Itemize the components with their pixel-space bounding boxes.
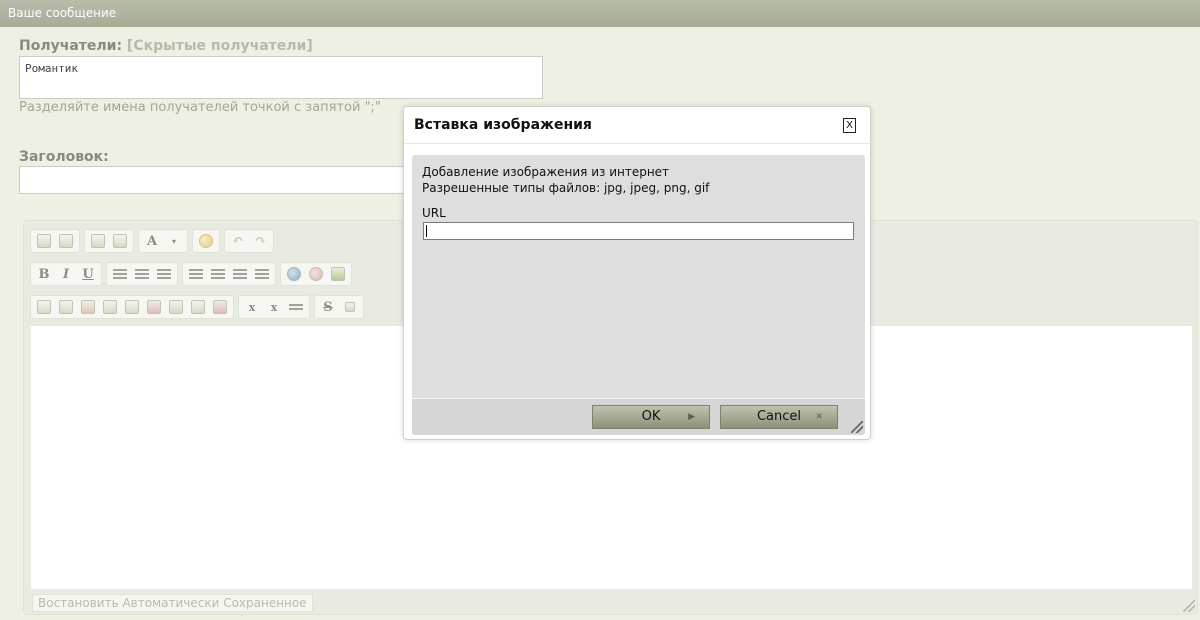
url-label: URL [422, 206, 446, 220]
special-char-icon[interactable] [340, 297, 360, 317]
ordered-list-icon[interactable] [186, 264, 206, 284]
smiley-icon[interactable] [196, 231, 216, 251]
col-delete-icon[interactable] [210, 297, 230, 317]
undo-icon[interactable]: ↶ [228, 231, 248, 251]
link-icon[interactable] [284, 264, 304, 284]
toolbar-row-2: B I U [30, 261, 352, 287]
indent-icon[interactable] [252, 264, 272, 284]
toolbar-group-styles [30, 229, 80, 253]
toolbar-group-extra: S [314, 295, 364, 319]
superscript-button[interactable]: x [264, 297, 284, 317]
insert-image-dialog: Вставка изображения X Добавление изображ… [403, 106, 871, 440]
table-icon[interactable] [34, 297, 54, 317]
toolbar-row-3: x x S [30, 294, 364, 320]
row-above-icon[interactable] [100, 297, 120, 317]
dialog-title: Вставка изображения [414, 117, 592, 133]
remove-format-icon[interactable] [56, 231, 76, 251]
toolbar-row-1: A ▾ ↶ ↷ [30, 228, 274, 254]
subscript-button[interactable]: x [242, 297, 262, 317]
font-size-button[interactable]: A [142, 231, 162, 251]
recipients-value: Романтик [25, 62, 78, 75]
col-before-icon[interactable] [166, 297, 186, 317]
toolbar-group-history: ↶ ↷ [224, 229, 274, 253]
hidden-recipients-link[interactable]: [Скрытые получатели] [127, 38, 313, 54]
bold-button[interactable]: B [34, 264, 54, 284]
unordered-list-icon[interactable] [208, 264, 228, 284]
redo-icon[interactable]: ↷ [250, 231, 270, 251]
toolbar-group-align [106, 262, 178, 286]
text-style-icon[interactable] [34, 231, 54, 251]
recipients-label-row: Получатели: [Скрытые получатели] [19, 38, 313, 54]
subject-label: Заголовок: [19, 149, 109, 165]
unlink-icon[interactable] [306, 264, 326, 284]
align-center-icon[interactable] [132, 264, 152, 284]
toolbar-group-table [30, 295, 234, 319]
dialog-body: Добавление изображения из интернет Разре… [412, 155, 865, 435]
recipients-hint: Разделяйте имена получателей точкой с за… [19, 100, 381, 115]
ok-arrow-icon: ▶ [688, 412, 695, 422]
italic-button[interactable]: I [56, 264, 76, 284]
font-dropdown-icon[interactable]: ▾ [164, 231, 184, 251]
hr-icon[interactable] [286, 297, 306, 317]
paste-text-icon[interactable] [88, 231, 108, 251]
ok-label: OK [641, 409, 661, 424]
subject-input[interactable] [19, 166, 405, 194]
restore-autosave-button[interactable]: Востановить Автоматически Сохраненное [32, 594, 313, 612]
url-input[interactable] [423, 222, 854, 240]
toolbar-group-font: A ▾ [138, 229, 188, 253]
section-header: Ваше сообщение [0, 0, 1200, 27]
cancel-button[interactable]: Cancel ✕ [720, 405, 838, 429]
ok-button[interactable]: OK ▶ [592, 405, 710, 429]
row-below-icon[interactable] [122, 297, 142, 317]
dialog-close-button[interactable]: X [843, 118, 856, 133]
cancel-x-icon: ✕ [815, 412, 823, 422]
dialog-allowed-types: Разрешенные типы файлов: jpg, jpeg, png,… [422, 181, 710, 195]
strikethrough-button[interactable]: S [318, 297, 338, 317]
image-icon[interactable] [328, 264, 348, 284]
table-delete-icon[interactable] [78, 297, 98, 317]
toolbar-group-smiley [192, 229, 220, 253]
col-after-icon[interactable] [188, 297, 208, 317]
toolbar-group-paste [84, 229, 134, 253]
toolbar-group-script: x x [238, 295, 310, 319]
row-delete-icon[interactable] [144, 297, 164, 317]
underline-button[interactable]: U [78, 264, 98, 284]
recipients-label: Получатели: [19, 38, 123, 54]
section-title: Ваше сообщение [8, 6, 117, 20]
align-left-icon[interactable] [110, 264, 130, 284]
toolbar-group-insert [280, 262, 352, 286]
align-right-icon[interactable] [154, 264, 174, 284]
dialog-description: Добавление изображения из интернет [422, 165, 670, 179]
paste-word-icon[interactable] [110, 231, 130, 251]
cancel-label: Cancel [756, 409, 802, 424]
toolbar-group-format: B I U [30, 262, 102, 286]
dialog-divider [404, 143, 870, 144]
recipients-input[interactable]: Романтик [19, 56, 543, 99]
editor-resize-handle[interactable] [1183, 600, 1195, 612]
dialog-footer: OK ▶ Cancel ✕ [412, 398, 865, 435]
outdent-icon[interactable] [230, 264, 250, 284]
dialog-resize-handle[interactable] [851, 421, 863, 433]
toolbar-group-lists [182, 262, 276, 286]
table-props-icon[interactable] [56, 297, 76, 317]
